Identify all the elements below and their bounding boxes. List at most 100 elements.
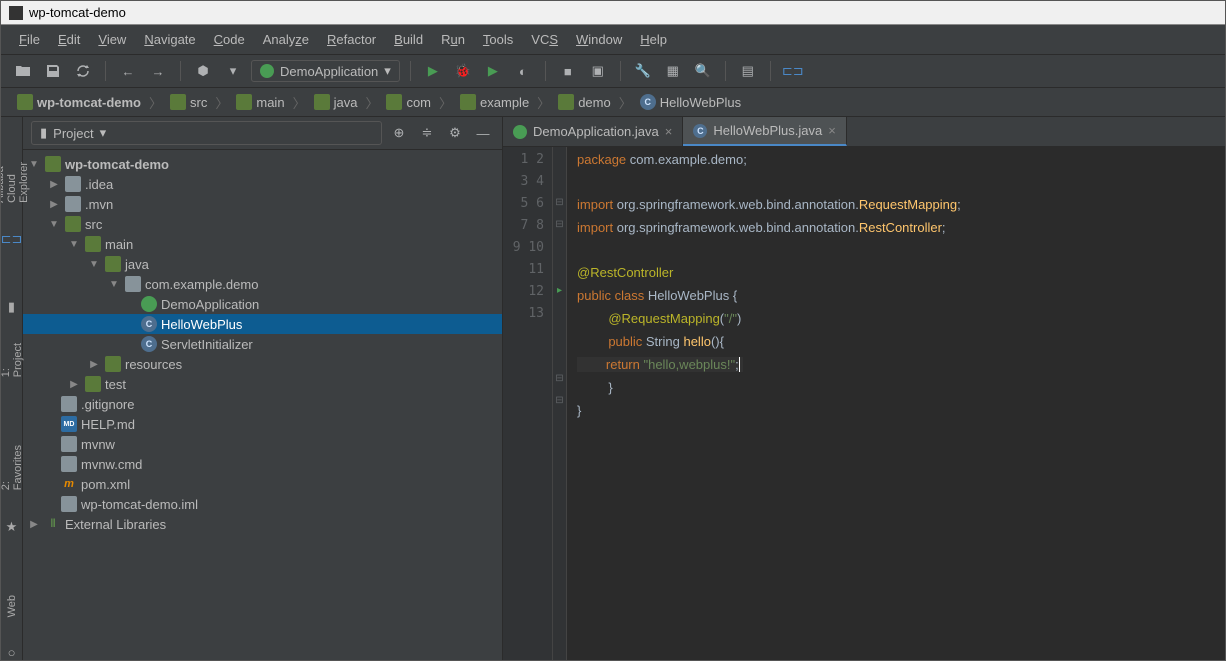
bc-root[interactable]: wp-tomcat-demo [11, 92, 147, 112]
locate-button[interactable]: ⊕ [388, 122, 410, 144]
library-icon: ⫴ [45, 516, 61, 532]
bc-class[interactable]: CHelloWebPlus [634, 92, 747, 112]
menu-vcs[interactable]: VCS [523, 29, 566, 50]
tab-cloud-explorer[interactable]: Alibaba Cloud Explorer [1, 127, 32, 211]
bc-com[interactable]: com [380, 92, 437, 112]
run-config-label: DemoApplication [280, 64, 378, 79]
app-icon [9, 6, 23, 20]
spring-icon [141, 296, 157, 312]
menu-edit[interactable]: Edit [50, 29, 88, 50]
menu-run[interactable]: Run [433, 29, 473, 50]
tree-test[interactable]: ▶test [23, 374, 502, 394]
tree-main[interactable]: ▼main [23, 234, 502, 254]
close-icon[interactable]: × [828, 123, 836, 138]
tree-demoapp[interactable]: DemoApplication [23, 294, 502, 314]
profile-button[interactable]: ◐ [511, 59, 535, 83]
globe-icon: ○ [8, 645, 16, 660]
menu-help[interactable]: Help [632, 29, 675, 50]
spring-icon [260, 64, 274, 78]
folder-icon [236, 94, 252, 110]
menu-analyze[interactable]: Analyze [255, 29, 317, 50]
toolbar: ← → ⬢ ▾ DemoApplication ▾ ▶ 🐞 ▶ ◐ ■ ▣ 🔧 … [1, 55, 1225, 88]
tree-mvnw[interactable]: mvnw [23, 434, 502, 454]
tree-idea[interactable]: ▶.idea [23, 174, 502, 194]
bc-src[interactable]: src [164, 92, 213, 112]
panel-title-dropdown[interactable]: ▮ Project ▾ [31, 121, 382, 145]
run-button[interactable]: ▶ [421, 59, 445, 83]
attach-button[interactable]: ▣ [586, 59, 610, 83]
tab-project[interactable]: 1: Project [1, 335, 26, 385]
tree-iml[interactable]: wp-tomcat-demo.iml [23, 494, 502, 514]
menu-window[interactable]: Window [568, 29, 630, 50]
tree-java[interactable]: ▼java [23, 254, 502, 274]
tree-pkg[interactable]: ▼com.example.demo [23, 274, 502, 294]
titlebar: wp-tomcat-demo [1, 1, 1225, 25]
project-tree[interactable]: ▼wp-tomcat-demo ▶.idea ▶.mvn ▼src ▼main … [23, 150, 502, 660]
tab-web[interactable]: Web [4, 587, 20, 625]
menu-navigate[interactable]: Navigate [136, 29, 203, 50]
debug-button[interactable]: 🐞 [451, 59, 475, 83]
code-content[interactable]: package com.example.demo; import org.spr… [567, 147, 1225, 660]
folder-icon [105, 256, 121, 272]
tab-favorites[interactable]: 2: Favorites [1, 437, 26, 498]
settings-gear-icon[interactable]: ⚙ [444, 122, 466, 144]
save-button[interactable] [41, 59, 65, 83]
tree-mvn[interactable]: ▶.mvn [23, 194, 502, 214]
tab-hellowebplus[interactable]: C HelloWebPlus.java × [683, 117, 846, 146]
collapse-button[interactable]: ≑ [416, 122, 438, 144]
build-button[interactable]: ⬢ [191, 59, 215, 83]
tree-servlet[interactable]: CServletInitializer [23, 334, 502, 354]
folder-icon [314, 94, 330, 110]
back-button[interactable]: ← [116, 59, 140, 83]
tree-helpmd[interactable]: MDHELP.md [23, 414, 502, 434]
folder-icon [45, 156, 61, 172]
sync-button[interactable] [71, 59, 95, 83]
tree-pom[interactable]: mpom.xml [23, 474, 502, 494]
class-icon: C [640, 94, 656, 110]
coverage-button[interactable]: ▶ [481, 59, 505, 83]
search-button[interactable]: 🔍 [691, 59, 715, 83]
package-icon [125, 276, 141, 292]
chevron-down-icon: ▾ [100, 125, 107, 141]
settings-button[interactable]: 🔧 [631, 59, 655, 83]
dropdown-button[interactable]: ▾ [221, 59, 245, 83]
tree-extlib[interactable]: ▶⫴External Libraries [23, 514, 502, 534]
menu-code[interactable]: Code [206, 29, 253, 50]
run-config-dropdown[interactable]: DemoApplication ▾ [251, 60, 400, 82]
open-button[interactable] [11, 59, 35, 83]
tree-mvnwcmd[interactable]: mvnw.cmd [23, 454, 502, 474]
sidebar-button[interactable]: ▤ [736, 59, 760, 83]
tree-gitignore[interactable]: .gitignore [23, 394, 502, 414]
star-icon: ★ [6, 519, 18, 535]
menu-build[interactable]: Build [386, 29, 431, 50]
tree-hello[interactable]: CHelloWebPlus [23, 314, 502, 334]
bc-example[interactable]: example [454, 92, 535, 112]
tree-resources[interactable]: ▶resources [23, 354, 502, 374]
tree-root[interactable]: ▼wp-tomcat-demo [23, 154, 502, 174]
menu-view[interactable]: View [90, 29, 134, 50]
folder-icon [170, 94, 186, 110]
bc-java[interactable]: java [308, 92, 364, 112]
left-tool-strip: Alibaba Cloud Explorer ⊏⊐ ▮ 1: Project 2… [1, 117, 23, 660]
menu-refactor[interactable]: Refactor [319, 29, 384, 50]
structure-button[interactable]: ▦ [661, 59, 685, 83]
hide-button[interactable]: — [472, 122, 494, 144]
folder-icon [65, 216, 81, 232]
code-area[interactable]: 1 2 3 4 5 6 7 8 9 10 11 12 13 ⊟⊟ ▸ ⊟ ⊟ p… [503, 147, 1225, 660]
tab-demoapp[interactable]: DemoApplication.java × [503, 117, 683, 146]
cloud-button[interactable]: ⊏⊐ [781, 59, 805, 83]
fold-gutter[interactable]: ⊟⊟ ▸ ⊟ ⊟ [553, 147, 567, 660]
stop-button[interactable]: ■ [556, 59, 580, 83]
bc-main[interactable]: main [230, 92, 290, 112]
file-icon [61, 436, 77, 452]
tree-src[interactable]: ▼src [23, 214, 502, 234]
class-icon: C [693, 124, 707, 138]
spring-icon [513, 125, 527, 139]
close-icon[interactable]: × [665, 124, 673, 139]
bc-demo[interactable]: demo [552, 92, 617, 112]
menu-tools[interactable]: Tools [475, 29, 521, 50]
menu-file[interactable]: File [11, 29, 48, 50]
editor: DemoApplication.java × C HelloWebPlus.ja… [503, 117, 1225, 660]
forward-button[interactable]: → [146, 59, 170, 83]
panel-header: ▮ Project ▾ ⊕ ≑ ⚙ — [23, 117, 502, 150]
